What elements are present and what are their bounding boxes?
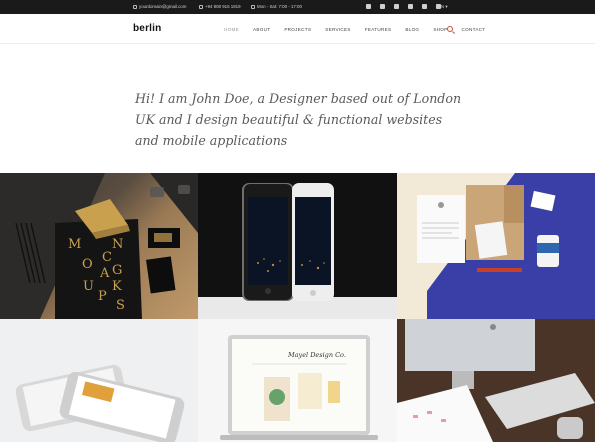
site-logo[interactable]: berlin [133, 23, 161, 34]
nav-projects[interactable]: PROJECTS [284, 27, 311, 32]
nav-contact[interactable]: CONTACT [462, 27, 486, 32]
search-icon[interactable] [447, 26, 453, 32]
instagram-icon[interactable] [422, 3, 427, 9]
hero-intro: Hi! I am John Doe, a Designer based out … [135, 91, 462, 148]
mockup-letter: A [99, 266, 110, 281]
desk-mockup-image [397, 319, 595, 442]
nav-services[interactable]: SERVICES [325, 27, 351, 32]
clock-icon [251, 4, 255, 9]
mockup-letter: C [102, 250, 112, 265]
twitter-icon[interactable] [366, 3, 371, 9]
mockup-letter: S [116, 298, 125, 313]
portfolio-item-stationery[interactable] [397, 173, 595, 319]
email-contact[interactable]: yourdomain@gmail.com [133, 4, 186, 9]
hours-text: Mon - Sat: 7:00 - 17:00 [257, 4, 302, 9]
top-bar: yourdomain@gmail.com +94 808 916 1819 Mo… [0, 0, 595, 14]
phones-mockup-image [198, 183, 397, 319]
language-selector[interactable]: EN ▾ [438, 4, 448, 10]
site-header: berlin HOME ABOUT PROJECTS SERVICES FEAT… [0, 14, 595, 44]
social-links [366, 3, 441, 9]
email-text: yourdomain@gmail.com [139, 4, 187, 9]
portfolio-item-mobile-app[interactable] [198, 173, 397, 319]
nav-blog[interactable]: BLOG [405, 27, 419, 32]
mockup-letter: P [98, 289, 107, 304]
nav-features[interactable]: FEATURES [365, 27, 392, 32]
mockup-letter: G [112, 263, 122, 278]
nav-home[interactable]: HOME [224, 27, 239, 32]
mail-icon [133, 4, 137, 9]
laptop-mockup-image: Mayel Design Co. [220, 335, 378, 440]
website-title: Mayel Design Co. [287, 351, 346, 359]
hours-contact: Mon - Sat: 7:00 - 17:00 [251, 4, 302, 9]
dribbble-icon[interactable] [380, 3, 385, 9]
stationery-mockup-image [417, 173, 595, 319]
mockup-letter: O [82, 257, 93, 272]
ios-app-mockup-image [15, 364, 185, 442]
mockup-letter: M [68, 237, 81, 252]
language-label: EN [438, 4, 445, 9]
phone-text: +94 808 916 1819 [205, 4, 241, 9]
portfolio-item-website[interactable]: Mayel Design Co. [198, 319, 397, 442]
mockup-letter: N [112, 237, 123, 252]
flickr-icon[interactable] [408, 3, 413, 9]
portfolio-item-branding[interactable]: M O U N C A G K S P [0, 173, 198, 319]
nav-shop[interactable]: SHOP [433, 27, 447, 32]
phone-icon [199, 4, 203, 9]
phone-contact[interactable]: +94 808 916 1819 [199, 4, 241, 9]
mockup-letter: K [112, 279, 122, 294]
nav-about[interactable]: ABOUT [253, 27, 270, 32]
mockup-letter: U [83, 279, 94, 294]
facebook-icon[interactable] [394, 3, 399, 9]
portfolio-item-ios-app[interactable] [0, 319, 198, 442]
portfolio-item-desk[interactable] [397, 319, 595, 442]
branding-mockup-image: M O U N C A G K S P [0, 173, 198, 319]
